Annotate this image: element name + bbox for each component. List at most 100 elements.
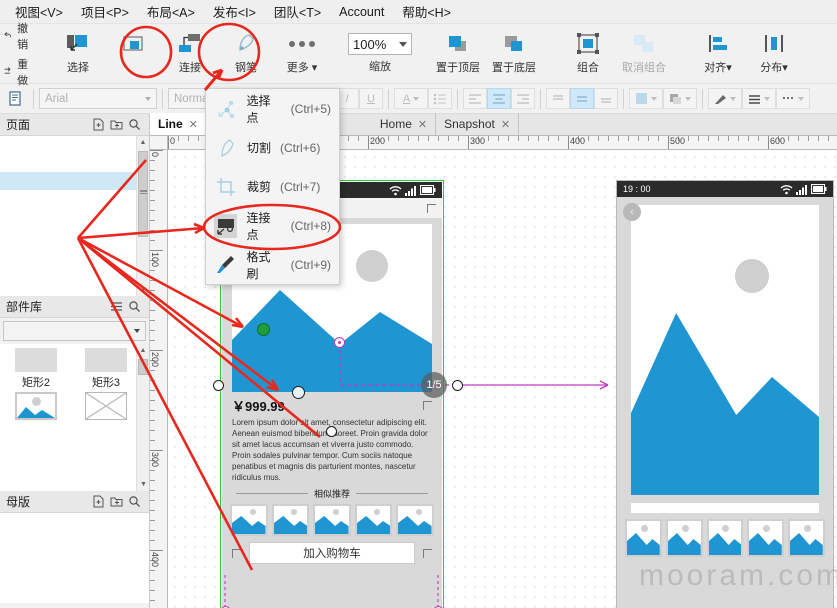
send-to-back-button[interactable]: 置于底层	[486, 27, 542, 81]
tab-line[interactable]: Line ✕	[150, 113, 207, 135]
menu-item-format-painter[interactable]: 格式刷 (Ctrl+9)	[206, 245, 339, 284]
page-list-item[interactable]	[0, 154, 149, 172]
align-button[interactable]: 对齐▾	[690, 27, 746, 81]
connector-handle[interactable]	[334, 337, 345, 348]
connection-point-light[interactable]	[292, 386, 305, 399]
page-list-item[interactable]	[0, 190, 149, 208]
menu-item-select-point[interactable]: 选择点 (Ctrl+5)	[206, 89, 339, 128]
menu-item-connection-point[interactable]: 连接点 (Ctrl+8)	[206, 206, 339, 245]
scroll-up-icon[interactable]: ▲	[137, 344, 149, 357]
fill-color-button[interactable]	[629, 88, 663, 109]
thumbnail-item[interactable]	[625, 519, 662, 557]
align-center-button[interactable]	[487, 88, 511, 109]
scroll-down-icon[interactable]: ▼	[137, 478, 149, 491]
undo-button[interactable]: 撤销	[4, 20, 32, 52]
menu-account[interactable]: Account	[330, 3, 393, 21]
thumbnail-item[interactable]	[788, 519, 825, 557]
back-button[interactable]: ‹	[623, 203, 641, 221]
connection-point-green[interactable]	[257, 323, 270, 336]
more-tools-dropdown[interactable]: 选择点 (Ctrl+5) 切割 (Ctrl+6) 裁剪 (Ctrl+7) 连接点…	[205, 88, 340, 285]
valign-middle-button[interactable]	[570, 88, 594, 109]
close-icon[interactable]: ✕	[501, 118, 510, 131]
thumbnail-item[interactable]	[313, 504, 351, 537]
pages-scrollbar[interactable]: ▲ ▼	[136, 136, 149, 296]
widget-library-select[interactable]	[3, 321, 146, 341]
widget-item[interactable]: 矩形3	[72, 348, 140, 390]
thumbnail-item[interactable]	[665, 519, 703, 557]
underline-button[interactable]: U	[359, 88, 383, 109]
style-icon[interactable]	[4, 88, 28, 109]
add-folder-icon[interactable]	[107, 116, 125, 134]
thumbnail-item[interactable]	[396, 504, 434, 537]
widget-scrollbar[interactable]: ▲ ▼	[136, 344, 149, 491]
line-width-button[interactable]	[742, 88, 776, 109]
line-style-button[interactable]	[776, 88, 810, 109]
thumbnail-item[interactable]	[706, 519, 744, 557]
pager-badge[interactable]: 1/5	[421, 372, 447, 398]
widget-item[interactable]	[72, 392, 140, 434]
resize-handle-left[interactable]	[213, 380, 224, 391]
add-master-folder-icon[interactable]	[107, 493, 125, 511]
line-color-button[interactable]	[708, 88, 742, 109]
close-icon[interactable]: ✕	[418, 118, 427, 131]
ungroup-button[interactable]: 取消组合	[616, 27, 672, 81]
search-widgets-icon[interactable]	[125, 298, 143, 316]
menu-team[interactable]: 团队<T>	[265, 0, 330, 23]
add-master-icon[interactable]	[89, 493, 107, 511]
zoom-select[interactable]: 100%	[348, 33, 412, 55]
thumbnail-item[interactable]	[271, 504, 310, 537]
menu-help[interactable]: 帮助<H>	[393, 0, 460, 23]
close-icon[interactable]: ✕	[189, 118, 198, 131]
page-list-item-selected[interactable]	[0, 172, 149, 190]
valign-bottom-button[interactable]	[594, 88, 618, 109]
phone-mockup-right[interactable]: 19 : 00 ‹ mooram.com	[616, 180, 837, 608]
menu-item-cut[interactable]: 切割 (Ctrl+6)	[206, 128, 339, 167]
align-left-button[interactable]	[463, 88, 487, 109]
tab-home[interactable]: Home ✕	[372, 113, 437, 135]
scroll-up-icon[interactable]: ▲	[137, 136, 149, 149]
menu-publish[interactable]: 发布<I>	[204, 0, 265, 23]
ruler-label: 400	[570, 136, 586, 146]
tab-snapshot[interactable]: Snapshot ✕	[436, 113, 520, 135]
resize-handle-right[interactable]	[452, 380, 463, 391]
menu-item-crop[interactable]: 裁剪 (Ctrl+7)	[206, 167, 339, 206]
font-color-button[interactable]: A	[394, 88, 428, 109]
search-masters-icon[interactable]	[125, 493, 143, 511]
font-family-select[interactable]: Arial	[39, 88, 157, 109]
menu-layout[interactable]: 布局<A>	[138, 0, 204, 23]
shadow-button[interactable]	[663, 88, 697, 109]
scrollbar-thumb[interactable]	[138, 359, 148, 375]
align-right-button[interactable]	[511, 88, 535, 109]
select-tool-button[interactable]: 选择	[50, 27, 106, 81]
add-page-icon[interactable]	[89, 116, 107, 134]
connect-tool-button[interactable]: 连接	[162, 27, 218, 81]
lock-button[interactable]: 锁定	[820, 27, 837, 81]
align-group: 对齐▾ 分布▾	[686, 24, 806, 83]
thumbnail-item[interactable]	[354, 504, 393, 537]
bring-to-front-button[interactable]: 置于顶层	[430, 27, 486, 81]
add-to-cart-button[interactable]: 加入购物车	[249, 542, 415, 565]
distribute-button[interactable]: 分布▾	[746, 27, 802, 81]
thumbnail-item[interactable]	[230, 504, 268, 537]
scrollbar-thumb[interactable]	[138, 151, 148, 237]
thumbnail-item[interactable]	[747, 519, 785, 557]
widget-item[interactable]: 矩形2	[2, 348, 70, 390]
more-tools-button[interactable]: 更多 ▾	[274, 27, 330, 81]
resize-handle-bottom[interactable]	[326, 426, 337, 437]
product-image-placeholder[interactable]	[631, 205, 819, 495]
bullet-list-button[interactable]	[428, 88, 452, 109]
page-list-item[interactable]	[0, 136, 149, 154]
fmt-divider-5	[457, 88, 458, 109]
marquee-tool-button[interactable]	[106, 27, 162, 81]
group-button[interactable]: 组合	[560, 27, 616, 81]
pen-tool-button[interactable]: 钢笔	[218, 27, 274, 81]
redo-button[interactable]: 重做	[4, 56, 32, 88]
scroll-down-icon[interactable]: ▼	[137, 283, 149, 296]
valign-top-button[interactable]	[546, 88, 570, 109]
menu-project[interactable]: 项目<P>	[72, 0, 138, 23]
text-placeholder-line	[631, 503, 819, 513]
ruler-tick	[668, 136, 669, 149]
menu-hamburger-icon[interactable]	[107, 298, 125, 316]
widget-item[interactable]	[2, 392, 70, 434]
search-pages-icon[interactable]	[125, 116, 143, 134]
